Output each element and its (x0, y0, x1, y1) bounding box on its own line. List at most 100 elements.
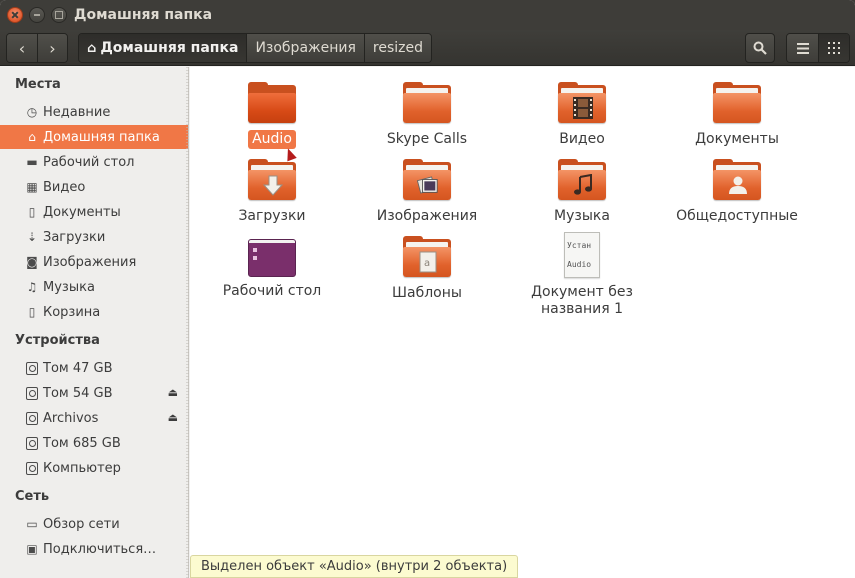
sidebar-item-label: Том 54 GB (43, 385, 113, 401)
list-view-button[interactable] (787, 34, 818, 62)
trash-icon: ▯ (28, 305, 36, 319)
breadcrumb: ⌂ Домашняя папка Изображения resized (78, 33, 433, 63)
file-item-skype-calls[interactable]: Skype Calls (357, 82, 497, 149)
sidebar-item-browse-network[interactable]: ▭ Обзор сети (0, 512, 188, 536)
maximize-window-button[interactable] (51, 7, 67, 23)
file-item-desktop[interactable]: Рабочий стол (202, 239, 342, 301)
search-button[interactable] (745, 33, 775, 63)
film-icon: ▦ (26, 180, 38, 194)
music-icon: ♫ (26, 280, 38, 294)
sidebar-item-label: Документы (43, 204, 121, 220)
network-title: Сеть (15, 489, 50, 504)
file-label: Загрузки (238, 208, 306, 224)
sidebar-item-connect-server[interactable]: ▣ Подключиться… (0, 537, 188, 561)
network-icon: ▭ (26, 517, 38, 531)
drive-icon (26, 436, 38, 450)
sidebar-item-label: Подключиться… (43, 541, 157, 557)
close-window-button[interactable] (7, 7, 23, 23)
document-preview-line: Устан (567, 241, 592, 250)
window-title: Домашняя папка (74, 7, 213, 23)
file-item-audio[interactable]: Audio (202, 82, 342, 149)
grid-view-button[interactable] (818, 34, 849, 62)
sidebar-item-computer[interactable]: Компьютер (0, 456, 188, 480)
sidebar-item-label: Музыка (43, 279, 95, 295)
server-icon: ▣ (26, 542, 38, 556)
status-bar: Выделен объект «Audio» (внутри 2 объекта… (190, 555, 519, 578)
sidebar-item-music[interactable]: ♫ Музыка (0, 275, 188, 299)
file-item-music[interactable]: Музыка (512, 159, 652, 226)
minimize-window-button[interactable] (29, 7, 45, 23)
sidebar-item-pictures[interactable]: ◙ Изображения (0, 250, 188, 274)
drive-icon (26, 411, 38, 425)
eject-icon[interactable]: ⏏ (168, 386, 178, 399)
sidebar-item-home[interactable]: ⌂ Домашняя папка (0, 125, 188, 149)
sidebar-item-label: Archivos (43, 410, 99, 426)
sidebar-item-volume-685gb[interactable]: Том 685 GB (0, 431, 188, 455)
sidebar-item-label: Недавние (43, 104, 111, 120)
back-button[interactable]: ‹ (7, 34, 37, 62)
sidebar-item-label: Компьютер (43, 460, 121, 476)
sidebar-item-trash[interactable]: ▯ Корзина (0, 300, 188, 324)
file-manager-window: Домашняя папка ‹ › ⌂ Домашняя папка Изоб… (0, 0, 855, 578)
sidebar-item-recent[interactable]: ◷ Недавние (0, 100, 188, 124)
sidebar-item-volume-54gb[interactable]: Том 54 GB ⏏ (0, 381, 188, 405)
file-item-templates[interactable]: a Шаблоны (357, 236, 497, 303)
sidebar-item-label: Том 685 GB (43, 435, 121, 451)
desktop-icon (248, 239, 296, 277)
sidebar-resize-handle[interactable] (186, 67, 189, 578)
title-bar: Домашняя папка (0, 0, 855, 30)
document-preview-line: Audio (567, 260, 592, 269)
places-title: Места (15, 77, 61, 92)
home-icon: ⌂ (28, 130, 36, 144)
toolbar: ‹ › ⌂ Домашняя папка Изображения resized (0, 30, 855, 66)
file-item-untitled-document[interactable]: Устан Audio Документ без названия 1 (512, 232, 652, 319)
file-label: Audio (248, 130, 296, 149)
file-label: Документ без названия 1 (531, 284, 633, 317)
folder-icon (248, 82, 296, 125)
computer-icon (26, 461, 38, 475)
folder-downloads-icon (248, 159, 296, 202)
sidebar-item-label: Изображения (43, 254, 137, 270)
file-label: Документы (695, 131, 779, 147)
file-item-documents[interactable]: Документы (667, 82, 807, 149)
navigation-buttons: ‹ › (6, 33, 68, 63)
folder-public-icon (713, 159, 761, 202)
file-label: Изображения (376, 208, 478, 224)
breadcrumb-pictures[interactable]: Изображения (246, 34, 364, 62)
file-item-pictures[interactable]: Изображения (357, 159, 497, 226)
search-icon (753, 41, 767, 55)
sidebar-item-video[interactable]: ▦ Видео (0, 175, 188, 199)
sidebar-item-desktop[interactable]: ▬ Рабочий стол (0, 150, 188, 174)
download-icon: ⇣ (26, 230, 38, 244)
file-item-video[interactable]: Видео (512, 82, 652, 149)
folder-icon: ▬ (26, 155, 38, 169)
folder-pictures-icon (403, 159, 451, 202)
breadcrumb-label: Домашняя папка (100, 40, 239, 56)
grid-icon (828, 42, 840, 54)
list-icon (796, 42, 809, 54)
drive-icon (26, 386, 38, 400)
view-switcher (786, 33, 850, 63)
text-document-icon: Устан Audio (564, 232, 600, 278)
home-icon: ⌂ (87, 40, 97, 56)
chevron-left-icon: ‹ (18, 38, 26, 58)
file-label: Skype Calls (386, 131, 468, 147)
breadcrumb-home[interactable]: ⌂ Домашняя папка (79, 34, 247, 62)
sidebar-item-documents[interactable]: ▯ Документы (0, 200, 188, 224)
file-item-public[interactable]: Общедоступные (667, 159, 807, 226)
file-item-downloads[interactable]: Загрузки (202, 159, 342, 226)
devices-title: Устройства (15, 333, 100, 348)
eject-icon[interactable]: ⏏ (168, 411, 178, 424)
drive-icon (26, 361, 38, 375)
breadcrumb-resized[interactable]: resized (363, 34, 432, 62)
forward-button[interactable]: › (37, 34, 67, 62)
clock-icon: ◷ (26, 105, 38, 119)
camera-icon: ◙ (26, 255, 38, 269)
sidebar-item-label: Домашняя папка (43, 129, 160, 145)
sidebar-item-downloads[interactable]: ⇣ Загрузки (0, 225, 188, 249)
sidebar-item-volume-47gb[interactable]: Том 47 GB (0, 356, 188, 380)
document-icon: ▯ (28, 205, 36, 219)
svg-text:a: a (424, 258, 430, 269)
sidebar-item-label: Корзина (43, 304, 101, 320)
sidebar-item-archivos[interactable]: Archivos ⏏ (0, 406, 188, 430)
